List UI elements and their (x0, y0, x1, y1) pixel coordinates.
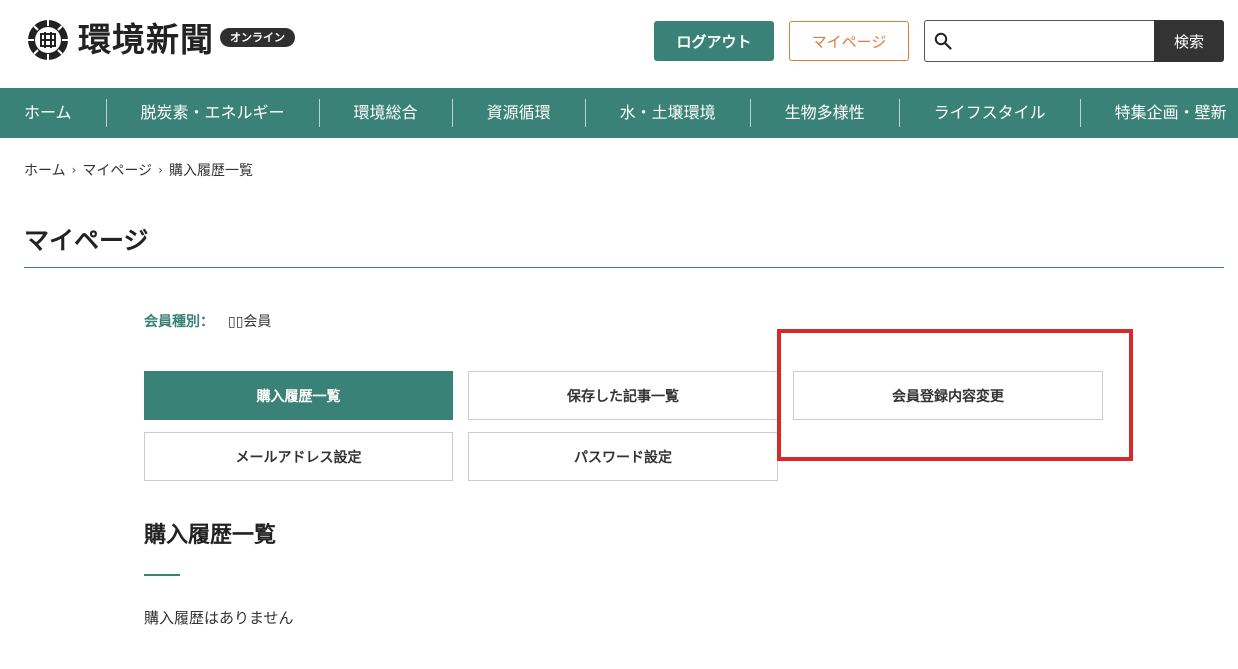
main-nav: ホーム 脱炭素・エネルギー 環境総合 資源循環 水・土壌環境 生物多様性 ライフ… (0, 88, 1238, 138)
email-settings-button[interactable]: メールアドレス設定 (144, 432, 453, 481)
empty-history-message: 購入履歴はありません (144, 609, 294, 627)
search-button[interactable]: 検索 (1154, 20, 1224, 62)
nav-item-lifestyle[interactable]: ライフスタイル (898, 99, 1080, 127)
breadcrumb-mypage[interactable]: マイページ (82, 160, 152, 180)
site-logo[interactable]: 環境新聞 オンライン (26, 18, 295, 62)
breadcrumb-separator: › (158, 163, 163, 177)
password-settings-button[interactable]: パスワード設定 (468, 432, 778, 481)
member-type: 会員種別： ▯▯会員 (144, 311, 271, 331)
breadcrumb-home[interactable]: ホーム (24, 160, 66, 180)
member-type-label: 会員種別： (144, 314, 214, 330)
breadcrumb-current: 購入履歴一覧 (168, 163, 253, 179)
saved-articles-button[interactable]: 保存した記事一覧 (468, 371, 778, 420)
logo-emblem-icon (28, 20, 68, 60)
member-type-value: ▯▯会員 (228, 314, 272, 330)
purchase-history-button[interactable]: 購入履歴一覧 (144, 371, 453, 420)
section-title: 購入履歴一覧 (144, 523, 277, 548)
breadcrumb: ホーム › マイページ › 購入履歴一覧 (24, 160, 253, 180)
nav-item-resource-recycling[interactable]: 資源循環 (451, 99, 585, 127)
search-input[interactable] (959, 21, 1149, 61)
edit-registration-button[interactable]: 会員登録内容変更 (793, 371, 1103, 420)
nav-item-decarbonization[interactable]: 脱炭素・エネルギー (105, 99, 319, 127)
title-divider (24, 267, 1224, 268)
search-box (924, 20, 1154, 62)
nav-item-special-features[interactable]: 特集企画・壁新 (1079, 99, 1238, 127)
nav-item-water-soil[interactable]: 水・土壌環境 (584, 99, 750, 127)
nav-item-biodiversity[interactable]: 生物多様性 (749, 99, 899, 127)
search-icon (934, 32, 952, 50)
breadcrumb-separator: › (71, 163, 77, 177)
logo-text: 環境新聞 (78, 20, 214, 59)
nav-item-environment-general[interactable]: 環境総合 (318, 99, 452, 127)
nav-item-home[interactable]: ホーム (0, 99, 106, 127)
logout-button[interactable]: ログアウト (654, 21, 774, 61)
logo-badge: オンライン (220, 27, 295, 47)
section-divider (144, 574, 180, 576)
mypage-button[interactable]: マイページ (789, 21, 909, 61)
search-bar: 検索 (924, 20, 1224, 62)
page-title: マイページ (24, 226, 149, 255)
